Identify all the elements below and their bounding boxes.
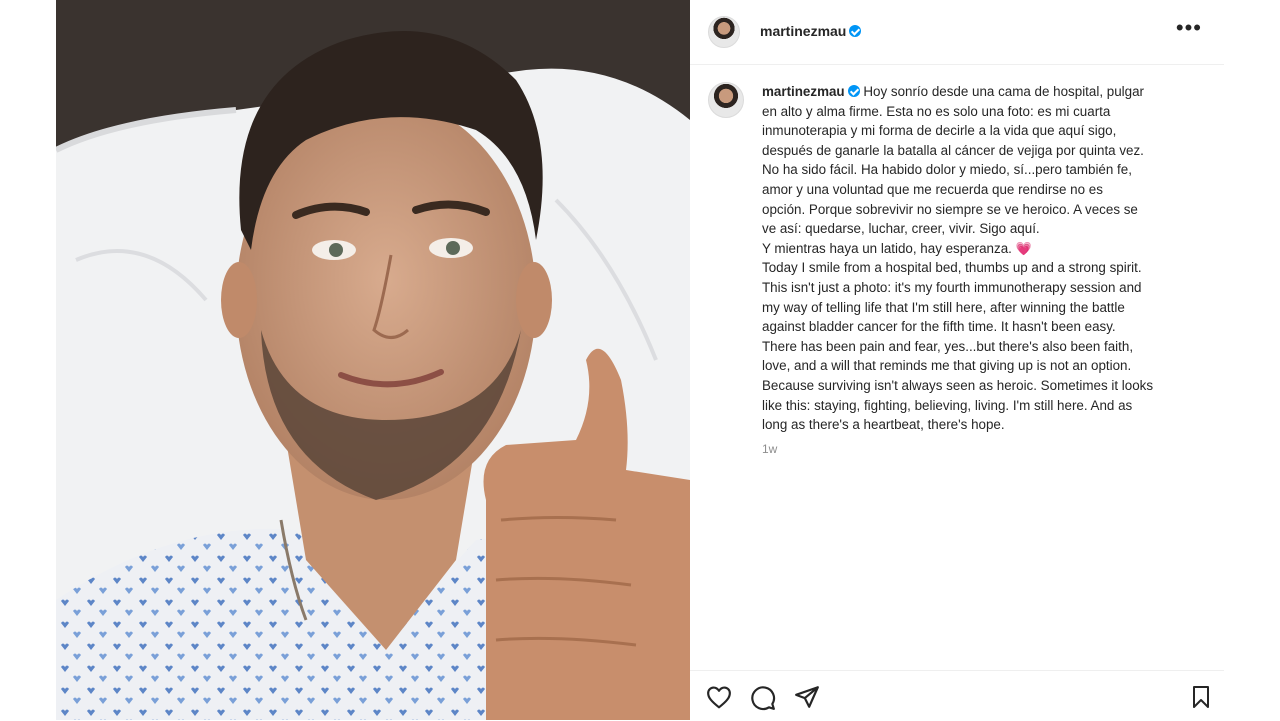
caption-en-line: love, and a will that reminds me that gi… bbox=[762, 358, 1132, 374]
verified-badge-icon bbox=[847, 85, 860, 97]
share-icon[interactable] bbox=[794, 685, 820, 714]
caption-es-line: amor y una voluntad que me recuerda que … bbox=[762, 181, 1103, 197]
caption-es-line: No ha sido fácil. Ha habido dolor y mied… bbox=[762, 162, 1132, 178]
caption-author[interactable]: martinezmau bbox=[762, 84, 863, 99]
post-header: martinezmau ••• bbox=[690, 0, 1224, 65]
caption-en-line: Today I smile from a hospital bed, thumb… bbox=[762, 260, 1142, 276]
post-caption: martinezmau Hoy sonrío desde una cama de… bbox=[762, 82, 1212, 435]
caption-es-line: en alto y alma firme. Esta no es solo un… bbox=[762, 103, 1111, 119]
caption-en-line: against bladder cancer for the fifth tim… bbox=[762, 319, 1116, 335]
more-options-icon[interactable]: ••• bbox=[1176, 17, 1202, 39]
caption-es-line: después de ganarle la batalla al cáncer … bbox=[762, 142, 1144, 158]
caption-en-line: This isn't just a photo: it's my fourth … bbox=[762, 279, 1142, 295]
caption-es-line: inmunoterapia y mi forma de decirle a la… bbox=[762, 123, 1117, 139]
comment-icon[interactable] bbox=[750, 685, 776, 716]
caption-en-line: like this: staying, fighting, believing,… bbox=[762, 397, 1133, 413]
username[interactable]: martinezmau bbox=[760, 23, 846, 39]
post-timestamp[interactable]: 1w bbox=[762, 442, 777, 456]
action-bar bbox=[690, 670, 1224, 721]
bookmark-icon[interactable] bbox=[1190, 685, 1212, 714]
caption-en-line: my way of telling life that I'm still he… bbox=[762, 299, 1125, 315]
heart-icon[interactable] bbox=[706, 685, 732, 714]
caption-es-line: opción. Porque sobrevivir no siempre se … bbox=[762, 201, 1138, 217]
username-header[interactable]: martinezmau bbox=[760, 23, 862, 39]
caption-en-line: There has been pain and fear, yes...but … bbox=[762, 338, 1134, 354]
selfie-image bbox=[56, 0, 690, 720]
post-detail-panel: martinezmau ••• martinezmau Hoy sonrío d… bbox=[690, 0, 1224, 720]
caption-en-line: long as there's a heartbeat, there's hop… bbox=[762, 417, 1005, 433]
caption-es-line: Hoy sonrío desde una cama de hospital, p… bbox=[863, 84, 1144, 99]
caption-en-line: Because surviving isn't always seen as h… bbox=[762, 377, 1154, 393]
caption-es-line: Y mientras haya un latido, hay esperanza… bbox=[762, 240, 1012, 256]
pink-heart-emoji: 💗 bbox=[1015, 240, 1032, 256]
post-photo[interactable] bbox=[56, 0, 690, 720]
caption-avatar[interactable] bbox=[708, 82, 744, 118]
caption-es-line: ve así: quedarse, luchar, creer, vivir. … bbox=[762, 221, 1040, 237]
verified-badge-icon bbox=[849, 25, 862, 37]
caption-username[interactable]: martinezmau bbox=[762, 84, 845, 99]
avatar[interactable] bbox=[708, 16, 740, 48]
